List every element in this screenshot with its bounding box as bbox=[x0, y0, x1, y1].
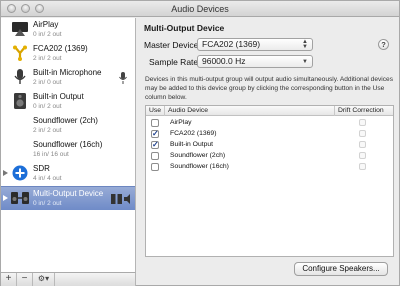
device-sidebar: AirPlay 0 in/ 2 out FCA202 (1369) 2 in/ … bbox=[1, 18, 136, 272]
airplay-icon bbox=[12, 22, 28, 36]
master-device-label: Master Device: bbox=[144, 40, 201, 50]
sample-rate-popup[interactable]: 96000.0 Hz ▼ bbox=[197, 55, 313, 68]
device-channels: 0 in/ 2 out bbox=[33, 103, 62, 110]
table-header: Use Audio Device Drift Correction bbox=[146, 106, 393, 116]
sidebar-device-multi-output[interactable]: Multi-Output Device 0 in/ 2 out bbox=[1, 186, 135, 210]
device-name-cell: Built-in Output bbox=[170, 141, 214, 148]
popup-arrows-icon: ▲ ▼ bbox=[302, 39, 308, 50]
multi-output-icon bbox=[11, 192, 29, 204]
column-header-audio-device[interactable]: Audio Device bbox=[164, 106, 334, 116]
sidebar-device-soundflower-2ch[interactable]: Soundflower (2ch) 2 in/ 2 out bbox=[1, 114, 135, 138]
window-title: Audio Devices bbox=[171, 4, 229, 14]
aggregate-plus-icon bbox=[12, 165, 28, 181]
device-detail-pane: Multi-Output Device Master Device: FCA20… bbox=[137, 18, 399, 286]
device-channels: 0 in/ 2 out bbox=[33, 200, 62, 207]
device-name-cell: Soundflower (2ch) bbox=[170, 152, 226, 159]
disclosure-triangle-icon[interactable] bbox=[3, 170, 8, 176]
sidebar-toolbar: + − ⚙▾ bbox=[1, 272, 136, 286]
device-name-cell: Soundflower (16ch) bbox=[170, 163, 229, 170]
firewire-icon bbox=[13, 45, 27, 61]
default-input-microphone-icon bbox=[119, 72, 127, 84]
multi-output-small-icon bbox=[111, 194, 122, 204]
device-channels: 2 in/ 2 out bbox=[33, 55, 62, 62]
drift-correction-checkbox bbox=[359, 141, 366, 148]
drift-correction-checkbox bbox=[359, 152, 366, 159]
drift-correction-checkbox bbox=[359, 119, 366, 126]
use-checkbox[interactable] bbox=[151, 119, 159, 127]
device-name: FCA202 (1369) bbox=[33, 44, 88, 53]
device-name: SDR bbox=[33, 164, 50, 173]
table-row: ✓ FCA202 (1369) bbox=[146, 129, 393, 140]
table-row: Soundflower (16ch) bbox=[146, 162, 393, 173]
master-device-value: FCA202 (1369) bbox=[202, 39, 261, 49]
sidebar-device-builtin-microphone[interactable]: Built-in Microphone 2 in/ 0 out bbox=[1, 66, 135, 90]
device-name: Multi-Output Device bbox=[33, 189, 104, 198]
default-output-speaker-icon bbox=[124, 194, 130, 204]
configure-speakers-button[interactable]: Configure Speakers... bbox=[294, 262, 388, 276]
sidebar-device-sdr[interactable]: SDR 4 in/ 4 out bbox=[1, 162, 135, 186]
sample-rate-value: 96000.0 Hz bbox=[202, 56, 246, 66]
sidebar-device-builtin-output[interactable]: Built-in Output 0 in/ 2 out bbox=[1, 90, 135, 114]
audio-devices-window: Audio Devices AirPlay 0 in/ 2 out FCA202… bbox=[0, 0, 400, 286]
device-channels: 16 in/ 16 out bbox=[33, 151, 69, 158]
remove-device-button[interactable]: − bbox=[17, 273, 33, 286]
audio-device-table: Use Audio Device Drift Correction AirPla… bbox=[145, 105, 394, 257]
table-row: AirPlay bbox=[146, 118, 393, 129]
microphone-icon bbox=[14, 69, 26, 84]
device-name: Built-in Microphone bbox=[33, 68, 102, 77]
title-bar: Audio Devices bbox=[1, 1, 399, 17]
use-checkbox[interactable]: ✓ bbox=[151, 141, 159, 149]
help-button[interactable]: ? bbox=[378, 39, 389, 50]
speaker-icon bbox=[14, 93, 26, 109]
device-channels: 2 in/ 2 out bbox=[33, 127, 62, 134]
chevron-down-icon: ▼ bbox=[302, 59, 308, 65]
table-row: ✓ Built-in Output bbox=[146, 140, 393, 151]
device-name: Built-in Output bbox=[33, 92, 84, 101]
device-name: AirPlay bbox=[33, 20, 59, 29]
device-channels: 0 in/ 2 out bbox=[33, 31, 62, 38]
device-name: Soundflower (2ch) bbox=[33, 116, 98, 125]
device-name-cell: AirPlay bbox=[170, 119, 192, 126]
use-checkbox[interactable] bbox=[151, 163, 159, 171]
sidebar-device-soundflower-16ch[interactable]: Soundflower (16ch) 16 in/ 16 out bbox=[1, 138, 135, 162]
drift-correction-checkbox bbox=[359, 163, 366, 170]
use-checkbox[interactable]: ✓ bbox=[151, 130, 159, 138]
use-checkbox[interactable] bbox=[151, 152, 159, 160]
device-channels: 2 in/ 0 out bbox=[33, 79, 62, 86]
column-header-drift-correction[interactable]: Drift Correction bbox=[334, 106, 393, 116]
sidebar-device-fca202[interactable]: FCA202 (1369) 2 in/ 2 out bbox=[1, 42, 135, 66]
gear-menu-button[interactable]: ⚙▾ bbox=[33, 273, 55, 286]
column-header-use[interactable]: Use bbox=[146, 106, 164, 116]
device-name: Soundflower (16ch) bbox=[33, 140, 103, 149]
disclosure-triangle-icon[interactable] bbox=[3, 195, 8, 201]
table-row: Soundflower (2ch) bbox=[146, 151, 393, 162]
sidebar-device-airplay[interactable]: AirPlay 0 in/ 2 out bbox=[1, 18, 135, 42]
device-channels: 4 in/ 4 out bbox=[33, 175, 62, 182]
sample-rate-label: Sample Rate: bbox=[149, 57, 201, 67]
master-device-popup[interactable]: FCA202 (1369) ▲ ▼ bbox=[197, 38, 313, 51]
device-heading: Multi-Output Device bbox=[144, 23, 225, 33]
device-name-cell: FCA202 (1369) bbox=[170, 130, 217, 137]
description-text: Devices in this multi-output group will … bbox=[145, 76, 394, 101]
add-device-button[interactable]: + bbox=[1, 273, 17, 286]
drift-correction-checkbox bbox=[359, 130, 366, 137]
